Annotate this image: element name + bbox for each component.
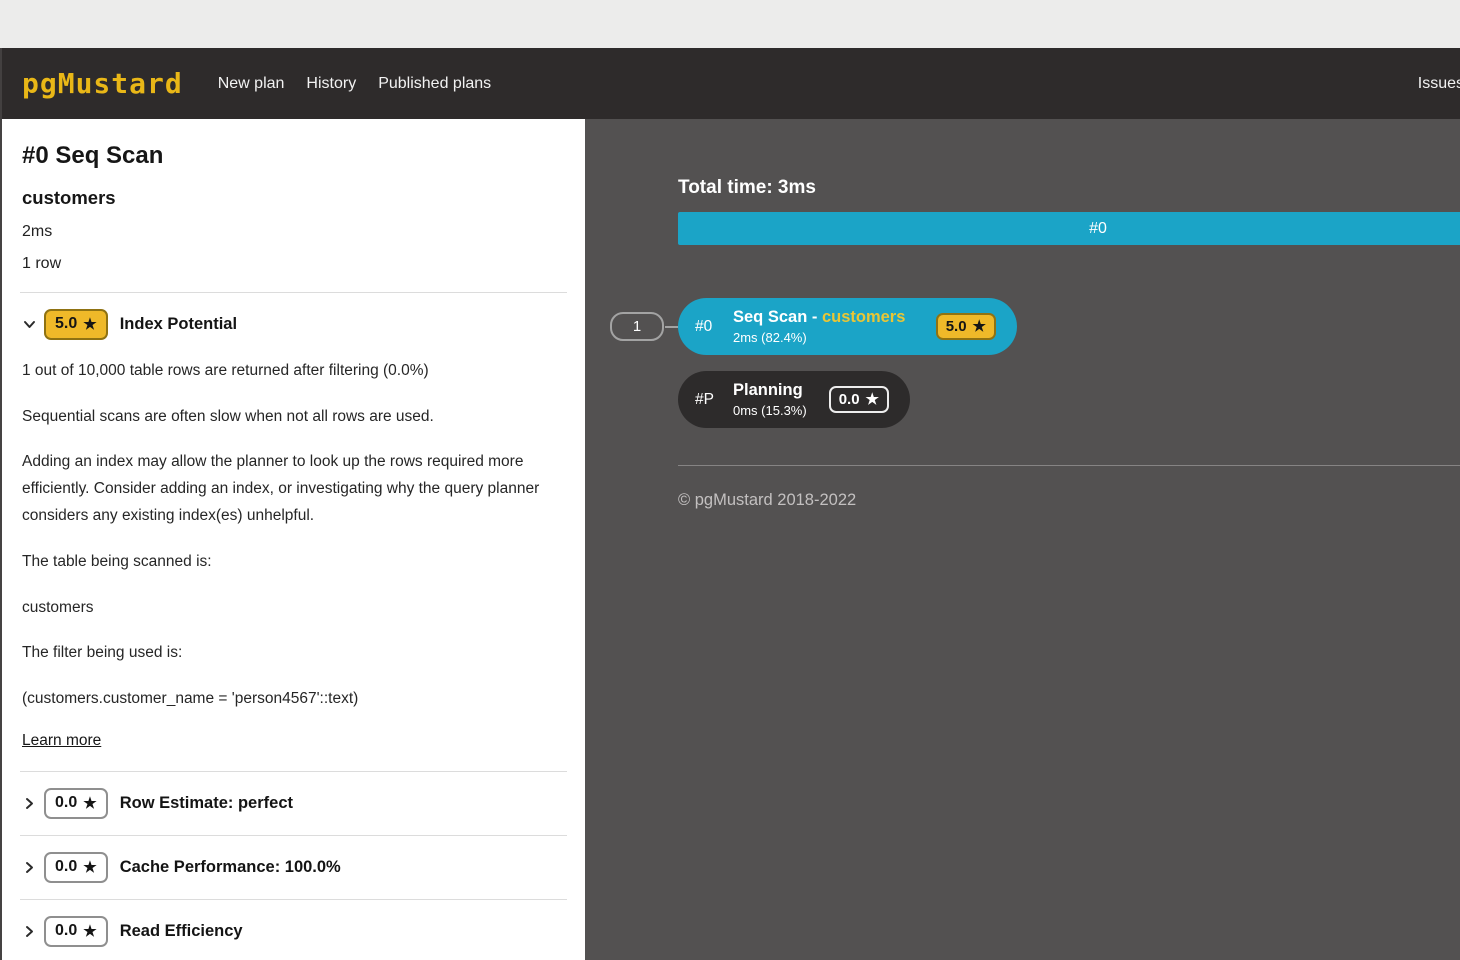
node-table-name: customers [822, 308, 905, 326]
plan-footer-divider [678, 465, 1460, 466]
node-card-time: 2ms (82.4%) [733, 330, 936, 345]
node-operation-name: Seq Scan - [733, 308, 822, 326]
score-value: 5.0 [946, 317, 967, 337]
tip-filter-expression: (customers.customer_name = 'person4567':… [22, 686, 565, 713]
loop-count-value: 1 [633, 318, 641, 335]
navbar: pgMustard New plan History Published pla… [0, 48, 1460, 119]
chevron-right-icon [22, 796, 37, 811]
plan-node-seq-scan[interactable]: #0 Seq Scan - customers 2ms (82.4%) 5.0 … [678, 298, 1017, 355]
node-details-panel: #0 Seq Scan customers 2ms 1 row 5.0 ★ In… [0, 119, 585, 960]
plan-node-tree: 1 #0 Seq Scan - customers 2ms (82.4%) 5.… [678, 298, 1460, 428]
tip-paragraph: 1 out of 10,000 table rows are returned … [22, 358, 565, 385]
score-value: 5.0 [55, 314, 77, 335]
nav-item-issues[interactable]: Issues [1407, 75, 1460, 93]
node-details-header: #0 Seq Scan customers 2ms 1 row [20, 142, 567, 293]
plan-node-row: 1 #0 Seq Scan - customers 2ms (82.4%) 5.… [678, 298, 1460, 355]
nav-item-published-plans[interactable]: Published plans [367, 75, 502, 93]
star-icon: ★ [83, 860, 96, 875]
node-row-count: 1 row [22, 255, 567, 273]
desktop-strip [0, 0, 1460, 48]
node-id-label: #P [695, 391, 721, 409]
score-badge: 0.0 ★ [44, 788, 108, 819]
timeline: #0 [678, 212, 1460, 245]
nav-item-new-plan[interactable]: New plan [207, 75, 296, 93]
node-card-title: Planning [733, 381, 829, 401]
score-value: 0.0 [55, 793, 77, 814]
timeline-bar-label: #0 [1089, 220, 1107, 238]
tip-header-row-estimate[interactable]: 0.0 ★ Row Estimate: perfect [20, 772, 567, 835]
total-time-label: Total time: 3ms [678, 177, 1460, 199]
node-card-title: Seq Scan - customers [733, 308, 936, 328]
tip-body: 1 out of 10,000 table rows are returned … [20, 356, 567, 771]
node-id-label: #0 [695, 318, 721, 336]
star-icon: ★ [83, 924, 96, 939]
plan-node-planning[interactable]: #P Planning 0ms (15.3%) 0.0 ★ [678, 371, 910, 428]
plan-node-row: #P Planning 0ms (15.3%) 0.0 ★ [678, 371, 1460, 428]
tip-paragraph: The table being scanned is: [22, 549, 565, 576]
node-text: Seq Scan - customers 2ms (82.4%) [733, 308, 936, 346]
score-badge: 0.0 ★ [44, 852, 108, 883]
app-window: pgMustard New plan History Published pla… [0, 0, 1460, 960]
tip-title: Read Efficiency [120, 922, 243, 941]
node-card-time: 0ms (15.3%) [733, 403, 829, 418]
tip-paragraph: The filter being used is: [22, 640, 565, 667]
chevron-down-icon [22, 317, 37, 332]
tip-header-index-potential[interactable]: 5.0 ★ Index Potential [20, 293, 567, 356]
plan-visualization-panel: Total time: 3ms #0 1 #0 Seq Scan - custo… [585, 119, 1460, 960]
app-logo[interactable]: pgMustard [22, 67, 183, 100]
node-text: Planning 0ms (15.3%) [733, 381, 829, 419]
tip-section-cache-performance: 0.0 ★ Cache Performance: 100.0% [20, 836, 567, 900]
tip-header-read-efficiency[interactable]: 0.0 ★ Read Efficiency [20, 900, 567, 960]
tip-section-index-potential: 5.0 ★ Index Potential 1 out of 10,000 ta… [20, 293, 567, 772]
score-badge: 5.0 ★ [44, 309, 108, 340]
copyright-text: © pgMustard 2018-2022 [678, 491, 1460, 510]
tip-title: Index Potential [120, 315, 237, 334]
score-badge: 0.0 ★ [829, 386, 889, 414]
tip-header-cache-performance[interactable]: 0.0 ★ Cache Performance: 100.0% [20, 836, 567, 899]
nav-item-history[interactable]: History [295, 75, 367, 93]
main-content: #0 Seq Scan customers 2ms 1 row 5.0 ★ In… [0, 119, 1460, 960]
chevron-right-icon [22, 860, 37, 875]
node-loop-count-pill[interactable]: 1 [610, 312, 664, 341]
score-badge: 0.0 ★ [44, 916, 108, 947]
star-icon: ★ [866, 392, 879, 407]
tip-section-read-efficiency: 0.0 ★ Read Efficiency [20, 900, 567, 960]
tip-paragraph: Sequential scans are often slow when not… [22, 404, 565, 431]
node-table-name: customers [22, 187, 567, 209]
node-time: 2ms [22, 223, 567, 241]
star-icon: ★ [83, 317, 96, 332]
node-title: #0 Seq Scan [22, 142, 567, 170]
score-value: 0.0 [55, 857, 77, 878]
score-badge: 5.0 ★ [936, 313, 996, 341]
learn-more-link[interactable]: Learn more [22, 732, 101, 750]
tip-section-row-estimate: 0.0 ★ Row Estimate: perfect [20, 772, 567, 836]
tip-paragraph: Adding an index may allow the planner to… [22, 449, 565, 529]
timeline-bar-node-0[interactable]: #0 [678, 212, 1460, 245]
tip-title: Cache Performance: 100.0% [120, 858, 341, 877]
star-icon: ★ [83, 796, 96, 811]
score-value: 0.0 [55, 921, 77, 942]
node-connector-line [665, 326, 678, 328]
chevron-right-icon [22, 924, 37, 939]
score-value: 0.0 [839, 390, 860, 410]
tip-title: Row Estimate: perfect [120, 794, 293, 813]
star-icon: ★ [973, 319, 986, 334]
tip-scanned-table: customers [22, 595, 565, 622]
